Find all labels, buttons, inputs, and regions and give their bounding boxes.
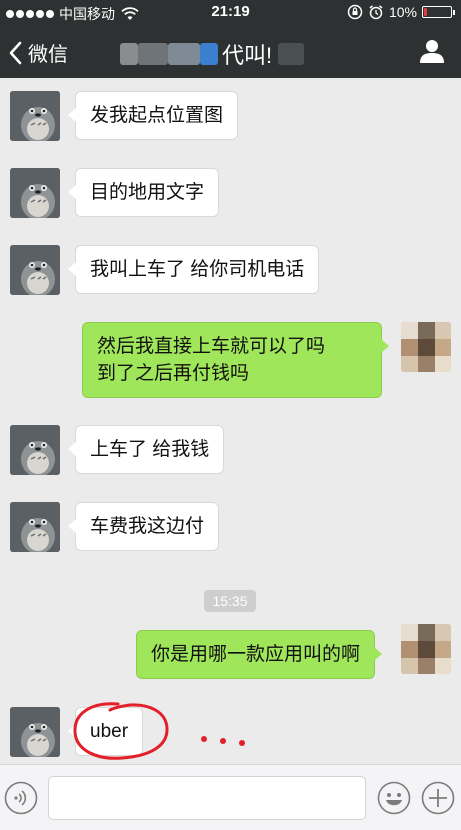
user-avatar[interactable] [401, 624, 451, 674]
message-text: 我叫上车了 给你司机电话 [90, 259, 305, 280]
battery-icon [422, 6, 452, 18]
message-input[interactable] [48, 776, 366, 820]
contact-avatar[interactable] [10, 502, 60, 552]
chat-title: 代叫! [120, 38, 305, 70]
totoro-avatar-icon [10, 245, 60, 295]
back-label: 微信 [28, 44, 68, 66]
red-circle-annotation [73, 702, 169, 760]
battery-tip [453, 9, 455, 15]
status-bar: 中国移动 21:19 10% [0, 0, 461, 24]
battery-fill [424, 8, 427, 16]
redacted-name-block [168, 43, 200, 65]
message-text: 你是用哪一款应用叫的啊 [151, 644, 361, 665]
message-bubble-received[interactable]: 上车了 给我钱 [67, 425, 225, 474]
message-bubble-sent[interactable]: 你是用哪一款应用叫的啊 [136, 630, 383, 679]
page-title: 代叫! [222, 43, 273, 68]
contact-avatar[interactable] [10, 425, 60, 475]
message-bubble-received[interactable]: 发我起点位置图 [67, 91, 239, 140]
rotation-lock-icon [347, 4, 363, 20]
chat-area[interactable]: 发我起点位置图 目的地用文字 我叫上车了 给你司机电话 然后我直接上车就可以了吗… [0, 78, 461, 764]
back-button[interactable]: 微信 [8, 38, 68, 67]
battery-percent: 10% [388, 4, 417, 20]
nav-bar: 微信 代叫! [0, 24, 461, 78]
profile-icon[interactable] [419, 38, 445, 64]
message-bubble-received[interactable]: 车费我这边付 [67, 502, 220, 551]
redacted-name-block [278, 43, 305, 65]
message-bubble-received[interactable]: 我叫上车了 给你司机电话 [67, 245, 320, 294]
redacted-name-block [120, 43, 138, 65]
input-bar [0, 764, 461, 830]
totoro-avatar-icon [10, 425, 60, 475]
contact-avatar[interactable] [10, 707, 60, 757]
pixelated-avatar-icon [401, 322, 451, 372]
totoro-avatar-icon [10, 168, 60, 218]
chevron-left-icon [9, 41, 22, 64]
message-text: 发我起点位置图 [90, 105, 224, 126]
message-text: 目的地用文字 [90, 182, 205, 203]
contact-avatar[interactable] [10, 168, 60, 218]
voice-icon[interactable] [4, 781, 38, 815]
totoro-avatar-icon [10, 91, 60, 141]
totoro-avatar-icon [10, 502, 60, 552]
redacted-name-block [200, 43, 218, 65]
timestamp-badge: 15:35 [204, 590, 256, 612]
redacted-name-block [138, 43, 168, 65]
status-right: 10% [347, 4, 455, 20]
user-avatar[interactable] [401, 322, 451, 372]
red-dots-annotation [201, 736, 245, 746]
pixelated-avatar-icon [401, 624, 451, 674]
message-bubble-received[interactable]: 目的地用文字 [67, 168, 220, 217]
message-bubble-sent[interactable]: 然后我直接上车就可以了吗 到了之后再付钱吗 [82, 322, 389, 398]
plus-icon[interactable] [421, 781, 455, 815]
totoro-avatar-icon [10, 707, 60, 757]
alarm-icon [369, 5, 383, 20]
message-text: 车费我这边付 [90, 516, 205, 537]
contact-avatar[interactable] [10, 245, 60, 295]
message-text-line: 然后我直接上车就可以了吗 [97, 336, 326, 357]
emoji-icon[interactable] [377, 781, 411, 815]
contact-avatar[interactable] [10, 91, 60, 141]
message-text: 上车了 给我钱 [90, 439, 210, 460]
message-text-line: 到了之后再付钱吗 [97, 363, 250, 384]
